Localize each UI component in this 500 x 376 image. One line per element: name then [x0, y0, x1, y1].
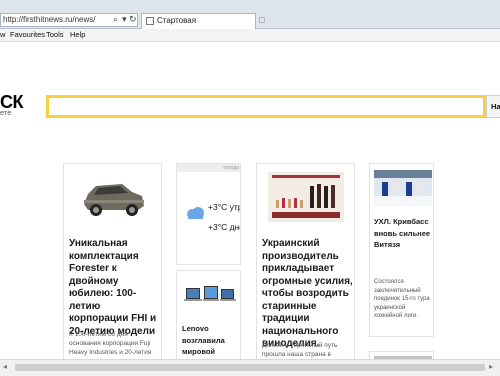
search-button[interactable]: Най [486, 95, 500, 118]
news-card-wine[interactable]: Украинский производитель прикладывает ог… [256, 163, 355, 363]
refresh-icon[interactable]: ↻ [129, 13, 137, 25]
browser-toolbar: http://firsthitnews.ru/news/ ⌕ ▾ ↻ Старт… [0, 0, 500, 29]
card-text: Долгий и тернистый путь прошла наша стра… [262, 342, 338, 358]
cloud-icon [187, 207, 204, 219]
news-card-hockey[interactable]: УХЛ. Кривбасс вновь сильнее Витязя Состо… [369, 163, 434, 337]
car-image [78, 172, 148, 224]
scroll-left-icon[interactable]: ◂ [3, 362, 7, 371]
address-url[interactable]: http://firsthitnews.ru/news/ [3, 15, 95, 24]
menu-item-help[interactable]: Help [70, 29, 85, 41]
menu-item-tools[interactable]: Tools [46, 29, 64, 41]
card-text: Состоялся заключительный поединок 15-го … [374, 279, 430, 319]
hockey-image [374, 170, 432, 206]
laptop-image [184, 286, 236, 301]
weather-header: погода [177, 164, 240, 172]
tab-start[interactable]: Стартовая [141, 13, 256, 29]
news-card-forester[interactable]: Уникальная комплектация Forester к двойн… [63, 163, 162, 363]
site-logo-subtitle: ете [0, 108, 12, 117]
weather-badge: погода [223, 165, 239, 171]
wine-image [268, 172, 344, 222]
page-icon [146, 17, 154, 25]
scrollbar-thumb[interactable] [15, 364, 485, 371]
dropdown-icon[interactable]: ▾ [122, 13, 127, 25]
card-text: К 100-летию со дня основания корпорации … [69, 331, 152, 356]
search-box [46, 95, 486, 118]
card-title[interactable]: УХЛ. Кривбасс вновь сильнее Витязя [374, 216, 433, 251]
menu-item-favourites[interactable]: Favourites [10, 29, 45, 41]
search-input[interactable] [49, 98, 473, 117]
scroll-right-icon[interactable]: ▸ [489, 362, 493, 371]
horizontal-scrollbar[interactable]: ◂ ▸ [0, 359, 500, 376]
tab-label: Стартовая [157, 16, 197, 25]
card-title[interactable]: Украинский производитель прикладывает ог… [262, 238, 354, 351]
news-card-lenovo[interactable]: Lenovo возглавила мировой [176, 270, 241, 363]
new-tab-icon[interactable]: □ [259, 14, 264, 26]
weather-morning: +3°C утром [208, 202, 240, 212]
search-icon[interactable]: ⌕ [113, 13, 118, 25]
card-title[interactable]: Уникальная комплектация Forester к двойн… [69, 238, 161, 338]
card-title[interactable]: Lenovo возглавила мировой [182, 323, 240, 358]
menu-item-file[interactable]: w [0, 29, 5, 41]
weather-widget[interactable]: погода +3°C утром +3°C днем [176, 163, 241, 265]
weather-day: +3°C днем [208, 222, 240, 232]
menu-bar: w Favourites Tools Help [0, 29, 500, 42]
